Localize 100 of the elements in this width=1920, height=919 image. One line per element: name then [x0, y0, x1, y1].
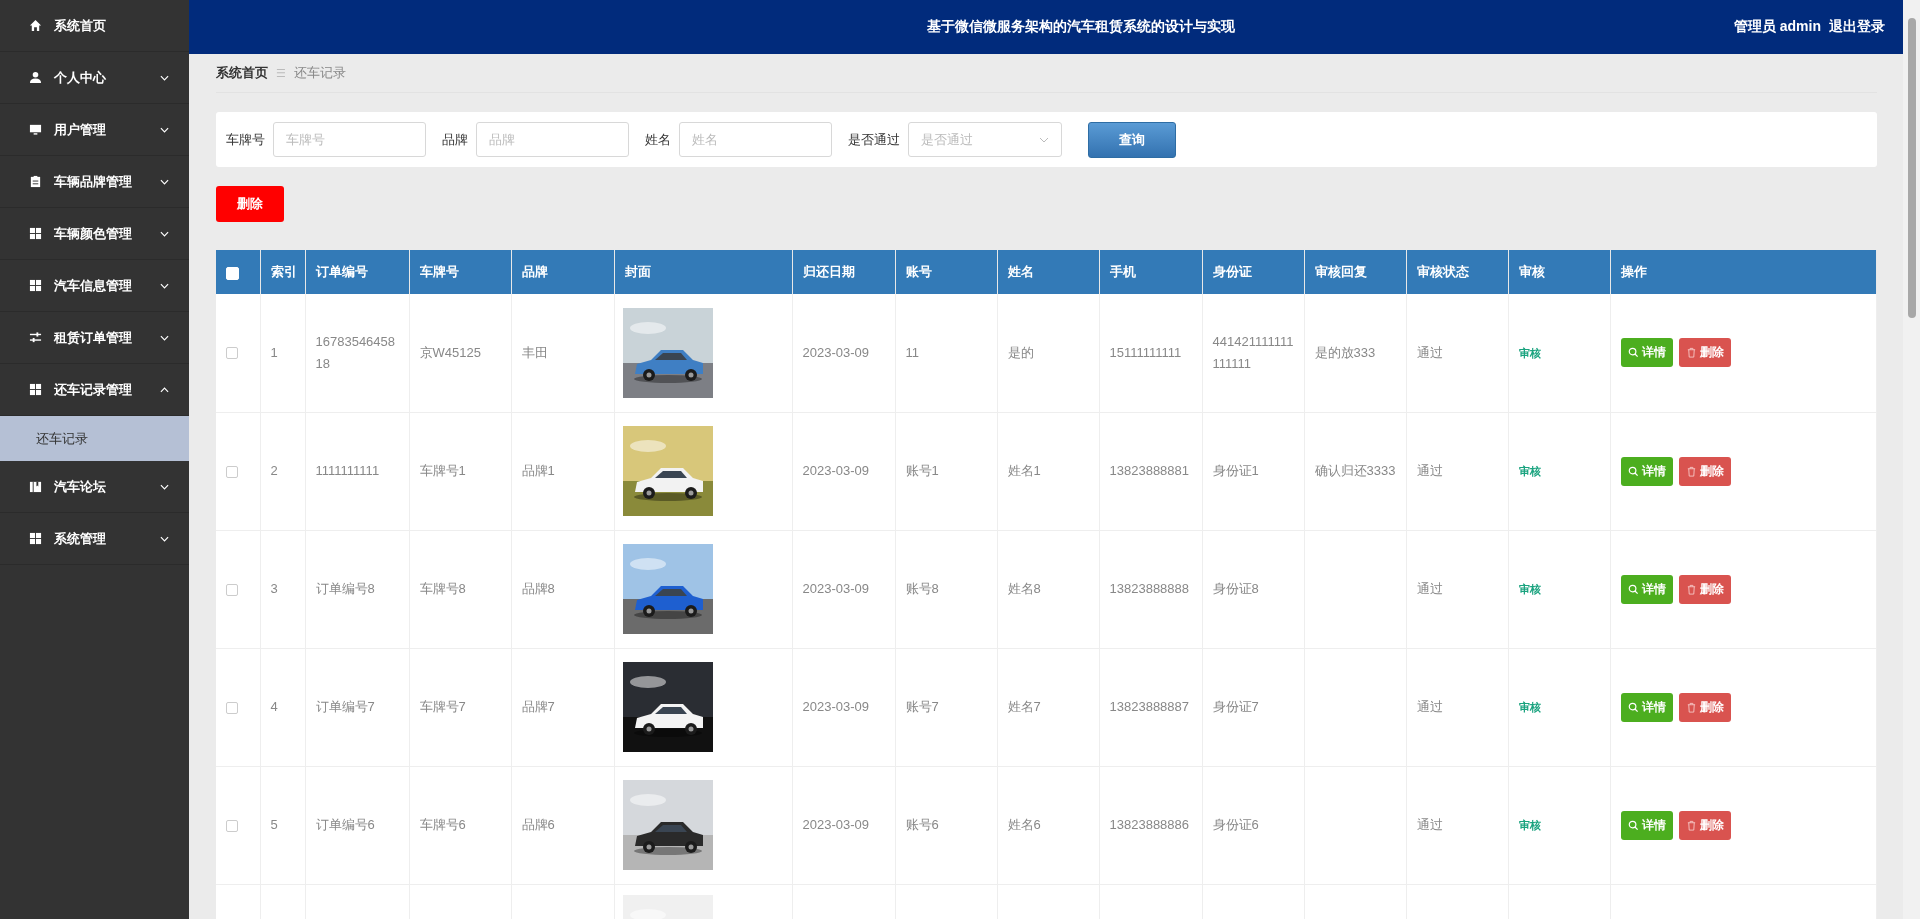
- chevron-down-icon: [160, 334, 169, 341]
- delete-button[interactable]: 删除: [216, 186, 284, 222]
- sidebar-item[interactable]: 个人中心: [0, 52, 189, 104]
- table-cell: 确认归还3333: [1314, 463, 1396, 478]
- query-button[interactable]: 查询: [1088, 121, 1176, 158]
- clipboard-icon: [29, 175, 42, 188]
- checkbox[interactable]: [226, 465, 238, 478]
- audit-link[interactable]: 审核: [1518, 346, 1541, 359]
- table-cell: 2023-03-09: [802, 463, 869, 478]
- column-header: 订单编号: [315, 264, 368, 279]
- column-header: 归还日期: [802, 264, 855, 279]
- column-header: 账号: [905, 264, 932, 279]
- delete-button[interactable]: 删除: [1678, 692, 1731, 722]
- table-cell: 账号8: [905, 581, 939, 596]
- input-field[interactable]: 品牌: [476, 122, 629, 157]
- detail-button[interactable]: 详情: [1620, 810, 1673, 840]
- chevron-down-icon: [160, 178, 169, 185]
- checkbox[interactable]: [226, 583, 238, 596]
- table-cell: 姓名7: [1007, 699, 1041, 714]
- detail-button[interactable]: 详情: [1620, 456, 1673, 486]
- delete-button[interactable]: 删除: [1678, 810, 1731, 840]
- audit-link[interactable]: 审核: [1518, 583, 1541, 595]
- column-header: 审核状态: [1416, 264, 1469, 279]
- detail-button[interactable]: 详情: [1620, 692, 1673, 722]
- table-cell: 通过: [1416, 581, 1443, 596]
- table-cell: 账号7: [905, 699, 939, 714]
- input-field[interactable]: 姓名: [679, 122, 832, 157]
- search-icon: [1627, 347, 1639, 359]
- table-cell: 5: [270, 817, 278, 832]
- search-icon: [1627, 465, 1639, 477]
- sidebar-item[interactable]: 车辆颜色管理: [0, 208, 189, 260]
- delete-button[interactable]: 删除: [1678, 574, 1731, 604]
- table-cell: 京W45125: [419, 344, 481, 360]
- checkbox[interactable]: [226, 819, 238, 832]
- sidebar-item[interactable]: 租赁订单管理: [0, 312, 189, 364]
- checkbox[interactable]: [226, 701, 238, 714]
- audit-link[interactable]: 审核: [1518, 701, 1541, 713]
- sidebar-item[interactable]: 车辆品牌管理: [0, 156, 189, 208]
- table-cell: 身份证7: [1212, 699, 1259, 714]
- search-icon: [1627, 819, 1639, 831]
- table-cell: 1111111111: [315, 463, 380, 478]
- table-cell: 车牌号8: [419, 581, 466, 596]
- chevron-down-icon: [160, 230, 169, 237]
- scrollbar[interactable]: [1903, 0, 1920, 919]
- select-field[interactable]: 是否通过: [908, 122, 1062, 157]
- sidebar-item[interactable]: 系统管理: [0, 513, 189, 565]
- table-cell: 2023-03-09: [802, 344, 869, 360]
- search-icon: [1627, 583, 1639, 595]
- table-cell: 通过: [1416, 817, 1443, 832]
- table-cell: 账号6: [905, 817, 939, 832]
- table-cell: 1: [270, 344, 278, 360]
- table-cell: 13823888881: [1109, 463, 1190, 478]
- table-cell: 订单编号7: [315, 699, 375, 714]
- table-cell: 2023-03-09: [802, 817, 869, 832]
- table-cell: 品牌6: [521, 817, 555, 832]
- column-header: 姓名: [1007, 264, 1034, 279]
- grid-icon: [29, 279, 42, 292]
- grid-icon: [29, 532, 42, 545]
- table-cell: 2023-03-09: [802, 699, 869, 714]
- trash-icon: [1685, 465, 1697, 477]
- chevron-down-icon: [160, 535, 169, 542]
- audit-link[interactable]: 审核: [1518, 465, 1541, 477]
- field-label: 姓名: [645, 130, 671, 149]
- sidebar-item[interactable]: 汽车论坛: [0, 461, 189, 513]
- column-header: 审核回复: [1314, 264, 1367, 279]
- table-cell: 丰田: [521, 344, 548, 360]
- table-cell: 身份证8: [1212, 581, 1259, 596]
- table-cell: 4: [270, 699, 278, 714]
- table-cell: 11: [905, 344, 919, 360]
- breadcrumb-current: 还车记录: [293, 64, 346, 82]
- delete-button[interactable]: 删除: [1678, 456, 1731, 486]
- trash-icon: [1685, 583, 1697, 595]
- table-cell: 车牌号6: [419, 817, 466, 832]
- table-cell: 身份证1: [1212, 463, 1259, 478]
- table-cell: 车牌号7: [419, 699, 466, 714]
- table-cell: 账号1: [905, 463, 939, 478]
- input-field[interactable]: 车牌号: [273, 122, 426, 157]
- field-label: 品牌: [442, 130, 468, 149]
- sidebar-item[interactable]: 汽车信息管理: [0, 260, 189, 312]
- trash-icon: [1685, 701, 1697, 713]
- logout-link[interactable]: 退出登录: [1829, 18, 1885, 36]
- table-cell: 姓名6: [1007, 817, 1041, 832]
- checkbox[interactable]: [226, 347, 238, 360]
- column-header: 封面: [624, 264, 651, 279]
- field-label: 车牌号: [226, 130, 265, 149]
- sidebar-item[interactable]: 用户管理: [0, 104, 189, 156]
- detail-button[interactable]: 详情: [1620, 338, 1673, 368]
- table-cell: 通过: [1416, 699, 1443, 714]
- table-cell: 品牌1: [521, 463, 555, 478]
- field-label: 是否通过: [848, 130, 900, 149]
- table-cell: 通过: [1416, 344, 1443, 360]
- chevron-down-icon: [160, 282, 169, 289]
- delete-button[interactable]: 删除: [1678, 338, 1731, 368]
- audit-link[interactable]: 审核: [1518, 819, 1541, 831]
- breadcrumb-link[interactable]: 系统首页: [216, 64, 268, 82]
- chevron-up-icon: [160, 386, 169, 393]
- detail-button[interactable]: 详情: [1620, 574, 1673, 604]
- sidebar-subitem[interactable]: 还车记录: [0, 416, 189, 461]
- table-cell: 姓名1: [1007, 463, 1041, 478]
- breadcrumb-separator: ☰: [276, 66, 286, 80]
